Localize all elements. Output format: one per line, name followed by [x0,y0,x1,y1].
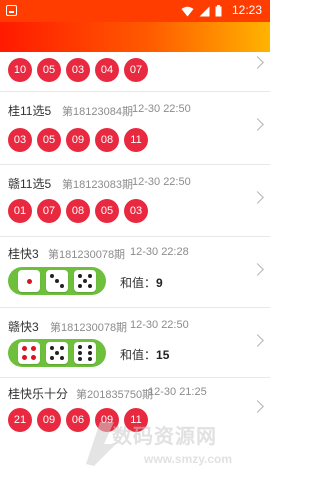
dice-face [18,342,40,364]
lottery-issue: 第181230078期 [50,322,128,334]
dice-pip [77,273,82,278]
chevron-right-icon [251,56,264,69]
sum-value-text: 和值：15 [120,346,169,363]
dice-pip [55,351,59,355]
dice-pip [78,357,83,362]
lottery-ball: 10 [8,58,32,82]
header-bar [0,22,270,52]
lottery-ball: 07 [124,58,148,82]
status-icons [181,5,222,17]
sum-label: 和值： [120,276,157,290]
lottery-ball: 21 [8,408,32,432]
lottery-time: 12-30 21:25 [148,386,207,398]
lottery-row[interactable]: 桂快乐十分 第201835750期 12-30 21:25 21 09 06 0… [0,378,270,480]
lottery-row[interactable]: 赣11选5 第18123083期 12-30 22:50 01 07 08 05… [0,165,270,237]
dice-pip [83,279,87,283]
lottery-time: 12-30 22:28 [130,246,189,258]
lottery-issue: 第181230078期 [48,249,126,261]
lottery-ball: 05 [37,128,61,152]
lottery-name: 桂快3 [8,247,39,261]
dice-pip [78,351,83,355]
lottery-ball: 09 [66,128,90,152]
dice-pip [49,356,54,361]
sum-value-text: 和值：9 [120,274,163,291]
dice-pip [21,345,27,351]
lottery-time: 12-30 22:50 [132,103,191,115]
battery-icon [215,5,222,17]
chevron-right-icon [251,263,264,276]
dice-pip [31,345,37,351]
dice-face [46,270,68,292]
lottery-name: 赣快3 [8,320,39,334]
chevron-right-icon [251,334,264,347]
lottery-ball: 05 [95,199,119,223]
lottery-time: 12-30 22:50 [130,319,189,331]
dice-pip [55,279,59,283]
lottery-name: 桂快乐十分 [8,387,69,401]
notification-icon [6,5,17,16]
dice-pip [87,351,92,355]
ball-group: 03 05 09 08 11 [8,128,148,152]
lottery-ball: 04 [95,58,119,82]
sum-value: 15 [156,348,170,362]
lottery-ball: 07 [37,199,61,223]
dice-pip [60,345,65,350]
chevron-right-icon [251,400,264,413]
ball-group: 21 09 06 09 11 [8,408,148,432]
ball-group: 10 05 03 04 07 [8,58,148,82]
lottery-row[interactable]: 桂快3 第181230078期 12-30 22:28 和值：9 [0,237,270,308]
lottery-ball: 08 [95,128,119,152]
lottery-ball: 11 [124,128,148,152]
lottery-row[interactable]: 10 05 03 04 07 [0,52,270,92]
dice-pip [77,284,82,289]
dice-pip [88,273,93,278]
lottery-ball: 01 [8,199,32,223]
sum-label: 和值： [120,348,157,362]
lottery-ball: 08 [66,199,90,223]
lottery-time: 12-30 22:50 [132,176,191,188]
dice-pip [87,357,92,362]
lottery-name: 赣11选5 [8,177,52,191]
dice-pip [60,356,65,361]
lottery-issue: 第18123084期 [62,106,133,118]
chevron-right-icon [251,118,264,131]
lottery-row[interactable]: 赣快3 第181230078期 12-30 22:50 和值：15 [0,308,270,378]
status-bar: 12:23 [0,0,270,22]
chevron-right-icon [251,191,264,204]
dice-pip [31,355,37,361]
lottery-ball: 03 [8,128,32,152]
dice-pip [49,273,54,278]
lottery-list[interactable]: 10 05 03 04 07 桂11选5 第18123084期 12-30 22… [0,52,270,480]
dice-group [8,267,106,295]
dice-pip [87,344,92,349]
dice-pip [60,284,65,289]
dice-face [74,342,96,364]
lottery-issue: 第201835750期 [76,389,154,401]
sum-value: 9 [156,276,163,290]
lottery-ball: 03 [124,199,148,223]
lottery-ball: 11 [124,408,148,432]
lottery-ball: 05 [37,58,61,82]
dice-group [8,339,106,367]
dice-pip [49,345,54,350]
dice-pip [26,278,32,284]
lottery-ball: 06 [66,408,90,432]
lottery-ball: 03 [66,58,90,82]
lottery-row[interactable]: 桂11选5 第18123084期 12-30 22:50 03 05 09 08… [0,92,270,165]
wifi-icon [181,6,194,16]
lottery-name: 桂11选5 [8,104,52,118]
lottery-issue: 第18123083期 [62,179,133,191]
dice-face [18,270,40,292]
lottery-ball: 09 [95,408,119,432]
status-time: 12:23 [231,3,262,17]
dice-face [46,342,68,364]
dice-pip [78,344,83,349]
dice-face [74,270,96,292]
dice-pip [21,355,27,361]
ball-group: 01 07 08 05 03 [8,199,148,223]
dice-pip [88,284,93,289]
signal-icon [199,6,210,16]
lottery-ball: 09 [37,408,61,432]
